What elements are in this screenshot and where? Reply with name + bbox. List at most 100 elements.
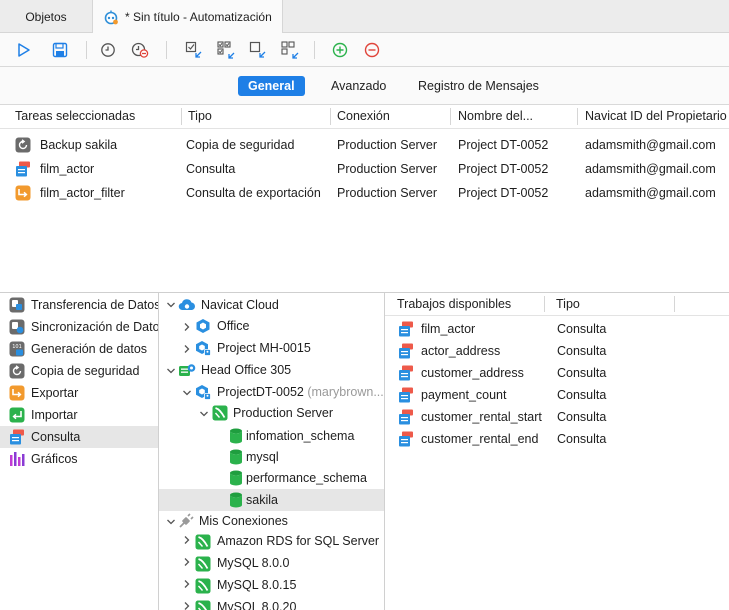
table-row[interactable]: film_actor Consulta Production Server Pr… [0, 157, 729, 181]
job-name: customer_rental_end [421, 432, 539, 446]
mysql-connection-icon [195, 556, 211, 572]
job-type: Consulta [557, 410, 607, 424]
task-project: Project DT-0052 [458, 162, 549, 176]
task-name: film_actor [40, 162, 95, 176]
schedule-button[interactable] [98, 40, 118, 60]
available-jobs-list: Trabajos disponibles Tipo film_actor Con… [385, 293, 729, 610]
list-item[interactable]: payment_count Consulta [385, 384, 729, 406]
task-type: Copia de seguridad [186, 138, 295, 152]
column-header-trabajos[interactable]: Trabajos disponibles [397, 293, 511, 315]
chevron-down-icon[interactable] [182, 388, 192, 398]
tree-item-schema[interactable]: infomation_schema [246, 426, 354, 447]
job-type: Consulta [557, 366, 607, 380]
save-button[interactable] [50, 40, 70, 60]
tab-general[interactable]: General [238, 76, 305, 96]
tree-item-head-office[interactable]: Head Office 305 [201, 360, 291, 381]
list-item-label: Importar [31, 408, 78, 422]
cloud-icon [178, 297, 195, 313]
query-icon [398, 409, 414, 425]
chevron-right-icon[interactable] [182, 557, 192, 567]
tree-item-project-mh[interactable]: Project MH-0015 [217, 338, 311, 359]
tree-item-schema[interactable]: mysql [246, 447, 279, 468]
chevron-right-icon[interactable] [182, 601, 192, 610]
task-owner: adamsmith@gmail.com [585, 162, 716, 176]
task-type: Consulta [186, 162, 236, 176]
column-header-tipo[interactable]: Tipo [182, 105, 330, 128]
column-divider[interactable] [544, 296, 545, 312]
list-item[interactable]: actor_address Consulta [385, 340, 729, 362]
tree-item-project-dt[interactable]: ProjectDT-0052 (marybrown... [217, 382, 384, 403]
column-divider[interactable] [674, 296, 675, 312]
column-header-nombre[interactable]: Nombre del... [452, 105, 576, 128]
tab-registro-mensajes[interactable]: Registro de Mensajes [408, 76, 549, 96]
tab-automation[interactable]: * Sin título - Automatización [92, 0, 283, 34]
chevron-right-icon[interactable] [182, 322, 192, 332]
plug-icon [178, 513, 194, 529]
list-item-copia[interactable]: Copia de seguridad [0, 360, 158, 382]
column-header-owner[interactable]: Navicat ID del Propietario [579, 105, 729, 128]
chevron-down-icon[interactable] [166, 517, 176, 527]
list-item[interactable]: film_actor Consulta [385, 318, 729, 340]
chevron-down-icon[interactable] [166, 300, 176, 310]
list-item-sincronizacion[interactable]: Sincronización de Datos [0, 316, 158, 338]
import-icon [9, 407, 25, 423]
sync-icon [9, 319, 25, 335]
query-icon [9, 429, 25, 445]
column-header-tareas[interactable]: Tareas seleccionadas [9, 105, 179, 128]
list-item-importar[interactable]: Importar [0, 404, 158, 426]
tab-avanzado[interactable]: Avanzado [321, 76, 396, 96]
tree-item-label: ProjectDT-0052 [217, 385, 304, 399]
run-button[interactable] [14, 40, 34, 60]
list-item-exportar[interactable]: Exportar [0, 382, 158, 404]
column-divider[interactable] [577, 108, 578, 125]
sql-server-connection-icon [195, 534, 211, 550]
database-icon [229, 492, 245, 508]
remove-button[interactable] [362, 40, 382, 60]
table-row[interactable]: film_actor_filter Consulta de exportació… [0, 181, 729, 205]
list-item-transferencia[interactable]: Transferencia de Datos [0, 294, 158, 316]
delete-schedule-button[interactable] [130, 40, 150, 60]
column-divider[interactable] [450, 108, 451, 125]
column-header-conexion[interactable]: Conexión [331, 105, 449, 128]
remove-icon [364, 42, 380, 58]
automation-robot-icon [103, 9, 119, 25]
chevron-right-icon[interactable] [182, 579, 192, 589]
table-row[interactable]: Backup sakila Copia de seguridad Product… [0, 133, 729, 157]
list-item-consulta[interactable]: Consulta [0, 426, 158, 448]
add-button[interactable] [330, 40, 350, 60]
select-button[interactable] [184, 40, 204, 60]
schedule-icon [101, 43, 115, 57]
select-all-button[interactable] [216, 40, 236, 60]
deselect-button[interactable] [248, 40, 268, 60]
task-type-list: Transferencia de Datos Sincronización de… [0, 293, 159, 610]
tree-item-mis-conexiones[interactable]: Mis Conexiones [199, 511, 288, 532]
list-item[interactable]: customer_address Consulta [385, 362, 729, 384]
tree-item-connection[interactable]: MySQL 8.0.15 [217, 575, 296, 596]
tree-item-navicat-cloud[interactable]: Navicat Cloud [201, 295, 279, 316]
list-item-generacion[interactable]: 101 Generación de datos [0, 338, 158, 360]
chevron-right-icon[interactable] [182, 344, 192, 354]
tab-objetos[interactable]: Objetos [0, 0, 92, 33]
list-item[interactable]: customer_rental_end Consulta [385, 428, 729, 450]
export-icon [9, 385, 25, 401]
deselect-all-button[interactable] [280, 40, 300, 60]
chevron-down-icon[interactable] [199, 409, 209, 419]
column-header-tipo[interactable]: Tipo [556, 293, 580, 315]
task-owner: adamsmith@gmail.com [585, 138, 716, 152]
mysql-connection-icon [212, 405, 228, 421]
tree-item-connection[interactable]: Amazon RDS for SQL Server [217, 531, 379, 552]
list-item[interactable]: customer_rental_start Consulta [385, 406, 729, 428]
tree-item-production-server[interactable]: Production Server [233, 403, 333, 424]
select-icon [185, 41, 202, 58]
tree-item-schema-selected[interactable]: sakila [246, 490, 278, 511]
tree-item-office[interactable]: Office [217, 316, 249, 337]
list-item-graficos[interactable]: Gráficos [0, 448, 158, 470]
deselect-all-icon [281, 41, 299, 59]
job-name: film_actor [421, 322, 476, 336]
tree-item-connection[interactable]: MySQL 8.0.0 [217, 553, 290, 574]
chevron-right-icon[interactable] [182, 535, 192, 545]
list-item-label: Consulta [31, 430, 81, 444]
tree-item-schema[interactable]: performance_schema [246, 468, 367, 489]
chevron-down-icon[interactable] [166, 366, 176, 376]
tree-item-connection[interactable]: MySQL 8.0.20 [217, 597, 296, 610]
